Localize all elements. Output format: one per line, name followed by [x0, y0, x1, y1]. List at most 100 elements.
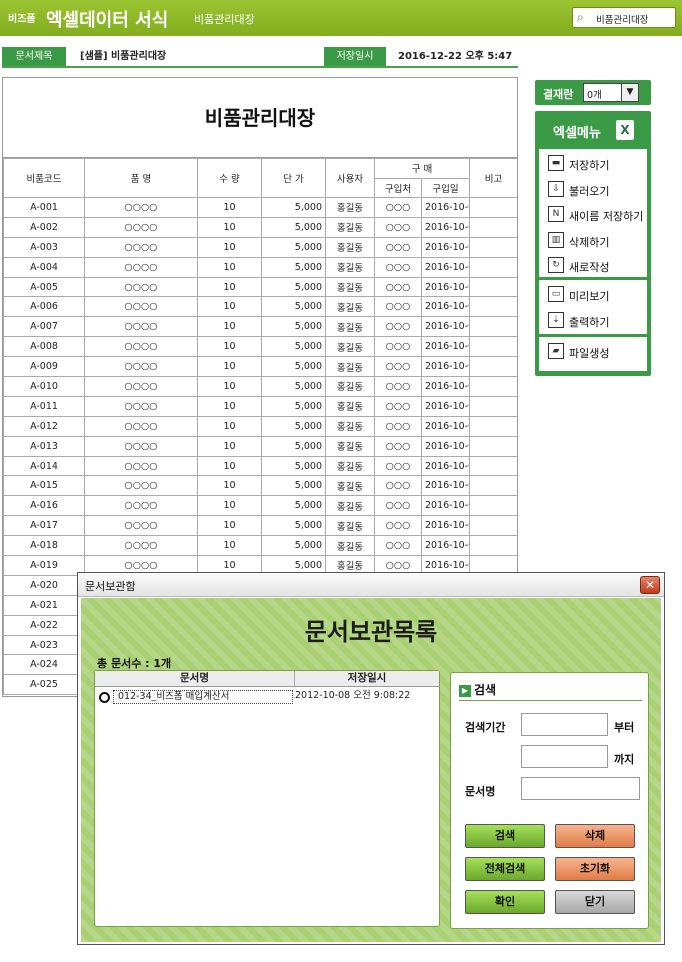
cell-date[interactable]: 2016-10-01	[421, 296, 470, 318]
cell-date[interactable]: 2016-10-01	[421, 376, 470, 397]
cell-vendor[interactable]: ○○○	[374, 256, 422, 278]
cell-user[interactable]: 홍길동	[325, 435, 375, 457]
cell-user[interactable]: 홍길동	[325, 455, 375, 477]
cell-code[interactable]: A-009	[3, 356, 85, 378]
cell-price[interactable]: 5,000	[261, 256, 326, 278]
ok-button[interactable]: 확인	[465, 890, 545, 914]
cell-user[interactable]: 홍길동	[325, 216, 375, 238]
cell-user[interactable]: 홍길동	[325, 356, 375, 378]
cell-code[interactable]: A-002	[3, 216, 85, 238]
cell-code[interactable]: A-010	[3, 376, 85, 397]
cell-note[interactable]	[469, 376, 517, 397]
cell-date[interactable]: 2016-10-01	[421, 197, 470, 218]
cell-date[interactable]: 2016-10-01	[421, 316, 470, 338]
cell-name[interactable]: ○○○○	[84, 435, 198, 457]
cell-name[interactable]: ○○○○	[84, 236, 198, 258]
cell-note[interactable]	[469, 495, 517, 517]
cell-vendor[interactable]: ○○○	[374, 336, 422, 358]
cell-date[interactable]: 2016-10-01	[421, 435, 470, 457]
cell-note[interactable]	[469, 236, 517, 258]
radio-button[interactable]	[99, 692, 110, 703]
cell-qty[interactable]: 10	[197, 296, 262, 318]
menu-item-save-as[interactable]: N 새이름 저장하기	[539, 202, 647, 227]
cell-qty[interactable]: 10	[197, 455, 262, 477]
cell-date[interactable]: 2016-10-01	[421, 415, 470, 437]
cell-user[interactable]: 홍길동	[325, 415, 375, 437]
cell-name[interactable]: ○○○○	[84, 535, 198, 557]
cell-price[interactable]: 5,000	[261, 316, 326, 338]
search-input[interactable]: ⌕ 비품관리대장	[572, 7, 676, 28]
docname-input[interactable]	[521, 777, 640, 800]
cell-code[interactable]: A-005	[3, 276, 85, 298]
cell-qty[interactable]: 10	[197, 316, 262, 338]
cell-vendor[interactable]: ○○○	[374, 356, 422, 378]
cell-note[interactable]	[469, 535, 517, 557]
menu-item-refresh[interactable]: ↻ 새로작성	[539, 253, 647, 278]
cell-note[interactable]	[469, 356, 517, 378]
cell-date[interactable]: 2016-10-01	[421, 495, 470, 517]
cell-user[interactable]: 홍길동	[325, 296, 375, 318]
menu-item-save[interactable]: ▬ 저장하기	[539, 151, 647, 176]
cell-price[interactable]: 5,000	[261, 455, 326, 477]
cell-qty[interactable]: 10	[197, 435, 262, 457]
cell-vendor[interactable]: ○○○	[374, 455, 422, 477]
cell-price[interactable]: 5,000	[261, 216, 326, 238]
cell-price[interactable]: 5,000	[261, 376, 326, 397]
cell-user[interactable]: 홍길동	[325, 276, 375, 298]
cell-qty[interactable]: 10	[197, 276, 262, 298]
cell-note[interactable]	[469, 435, 517, 457]
cell-qty[interactable]: 10	[197, 236, 262, 258]
cell-code[interactable]: A-019	[3, 555, 85, 576]
chevron-down-icon[interactable]: ▼	[621, 84, 638, 101]
cell-code[interactable]: A-018	[3, 535, 85, 557]
cell-name[interactable]: ○○○○	[84, 455, 198, 477]
cell-code[interactable]: A-006	[3, 296, 85, 318]
cell-name[interactable]: ○○○○	[84, 276, 198, 298]
cell-user[interactable]: 홍길동	[325, 236, 375, 258]
cell-code[interactable]: A-003	[3, 236, 85, 258]
cell-price[interactable]: 5,000	[261, 415, 326, 437]
cell-code[interactable]: A-021	[3, 594, 85, 616]
cell-price[interactable]: 5,000	[261, 236, 326, 258]
cell-qty[interactable]: 10	[197, 495, 262, 517]
menu-item-load[interactable]: ⇩ 불러오기	[539, 177, 647, 202]
cell-date[interactable]: 2016-10-01	[421, 216, 470, 238]
cell-price[interactable]: 5,000	[261, 435, 326, 457]
cell-code[interactable]: A-016	[3, 495, 85, 517]
cell-qty[interactable]: 10	[197, 216, 262, 238]
cell-price[interactable]: 5,000	[261, 515, 326, 537]
cell-name[interactable]: ○○○○	[84, 415, 198, 437]
cell-vendor[interactable]: ○○○	[374, 495, 422, 517]
cell-price[interactable]: 5,000	[261, 495, 326, 517]
cell-code[interactable]: A-001	[3, 197, 85, 218]
cell-qty[interactable]: 10	[197, 197, 262, 218]
cell-date[interactable]: 2016-10-01	[421, 455, 470, 477]
cell-name[interactable]: ○○○○	[84, 316, 198, 338]
cell-note[interactable]	[469, 455, 517, 477]
cell-vendor[interactable]: ○○○	[374, 216, 422, 238]
cell-user[interactable]: 홍길동	[325, 515, 375, 537]
cell-qty[interactable]: 10	[197, 515, 262, 537]
cell-date[interactable]: 2016-10-01	[421, 256, 470, 278]
cell-vendor[interactable]: ○○○	[374, 415, 422, 437]
cell-code[interactable]: A-015	[3, 475, 85, 497]
cell-date[interactable]: 2016-10-01	[421, 475, 470, 497]
period-to-input[interactable]	[521, 745, 608, 768]
cell-vendor[interactable]: ○○○	[374, 276, 422, 298]
cell-code[interactable]: A-013	[3, 435, 85, 457]
cell-vendor[interactable]: ○○○	[374, 376, 422, 397]
cell-note[interactable]	[469, 415, 517, 437]
cell-code[interactable]: A-008	[3, 336, 85, 358]
cell-price[interactable]: 5,000	[261, 197, 326, 218]
cell-note[interactable]	[469, 276, 517, 298]
cell-user[interactable]: 홍길동	[325, 197, 375, 218]
menu-item-trash[interactable]: ▥ 삭제하기	[539, 228, 647, 253]
menu-item-folder[interactable]: ▰ 파일생성	[539, 339, 647, 364]
cell-code[interactable]: A-023	[3, 634, 85, 656]
cell-qty[interactable]: 10	[197, 535, 262, 557]
cell-code[interactable]: A-007	[3, 316, 85, 338]
reset-button[interactable]: 초기화	[555, 857, 635, 881]
cell-user[interactable]: 홍길동	[325, 376, 375, 397]
cell-qty[interactable]: 10	[197, 475, 262, 497]
cell-price[interactable]: 5,000	[261, 356, 326, 378]
